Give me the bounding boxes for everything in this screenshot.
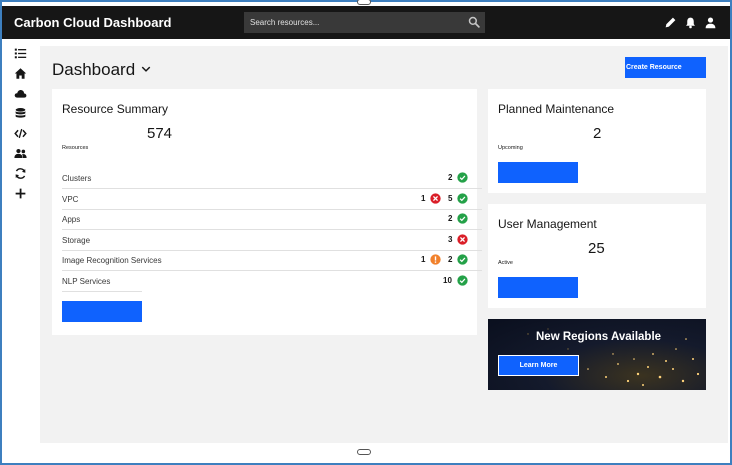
users-icon[interactable]	[14, 147, 27, 160]
resize-handle-bottom[interactable]	[357, 449, 371, 455]
error-count: 3	[448, 235, 453, 244]
resource-row-apps[interactable]: Apps 2	[62, 210, 482, 230]
resource-row-image-recognition[interactable]: Image Recognition Services 1 2	[62, 251, 482, 271]
success-icon	[457, 275, 468, 286]
resource-summary-tile: Resource Summary 574 Resources Clusters …	[52, 89, 482, 335]
resource-row-nlp[interactable]: NLP Services	[62, 272, 142, 292]
tile-title: User Management	[498, 217, 597, 231]
error-count: 1	[421, 194, 426, 203]
success-icon	[457, 193, 468, 204]
ok-count: 2	[448, 255, 453, 264]
users-count: 25	[588, 240, 605, 257]
success-icon	[457, 172, 468, 183]
resize-handle-top[interactable]	[357, 0, 371, 5]
resource-total: 574	[147, 125, 173, 142]
code-icon[interactable]	[14, 127, 27, 140]
search-icon[interactable]	[468, 16, 480, 28]
search-input[interactable]	[244, 12, 459, 33]
users-label: Active	[498, 260, 513, 266]
resource-name: Clusters	[62, 174, 92, 183]
promo-title: New Regions Available	[536, 331, 662, 343]
maintenance-label: Upcoming	[498, 145, 523, 151]
resource-name: Image Recognition Services	[62, 256, 162, 265]
resource-row-storage[interactable]: Storage 3	[62, 231, 482, 251]
create-resource-button[interactable]: Create Resource	[625, 57, 706, 78]
learn-more-button[interactable]: Learn More	[498, 355, 579, 376]
ok-count: 2	[448, 214, 453, 223]
header-bar: Carbon Cloud Dashboard	[2, 6, 730, 39]
user-icon[interactable]	[704, 16, 717, 29]
cloud-icon[interactable]	[14, 87, 27, 100]
maintenance-count: 2	[593, 125, 602, 142]
success-icon	[457, 254, 468, 265]
tile-title: Resource Summary	[62, 102, 169, 116]
ok-count: 10	[443, 276, 452, 285]
resource-name: VPC	[62, 195, 79, 204]
resource-row-clusters[interactable]: Clusters 2	[62, 169, 482, 189]
warning-icon	[430, 254, 441, 265]
main-content: Dashboard Create Resource Resource Summa…	[40, 46, 728, 443]
chevron-down-icon[interactable]	[140, 63, 152, 75]
edit-icon[interactable]	[664, 16, 677, 29]
app-title: Carbon Cloud Dashboard	[14, 15, 172, 30]
ok-count: 2	[448, 173, 453, 182]
app-window: Carbon Cloud Dashboard Search resources.…	[0, 0, 732, 465]
users-action-button[interactable]	[498, 277, 578, 298]
resource-name: Apps	[62, 215, 81, 224]
resource-row-vpc[interactable]: VPC 1 5	[62, 190, 482, 210]
maintenance-action-button[interactable]	[498, 162, 578, 183]
resource-name: Storage	[62, 236, 91, 245]
list-icon[interactable]	[14, 47, 27, 60]
summary-action-button[interactable]	[62, 301, 142, 322]
notification-icon[interactable]	[684, 16, 697, 29]
user-management-tile: User Management 25 Active	[488, 204, 706, 308]
error-icon	[430, 193, 441, 204]
tile-title: Planned Maintenance	[498, 102, 615, 116]
search-box[interactable]	[244, 12, 485, 33]
warning-count: 1	[421, 255, 426, 264]
refresh-icon[interactable]	[14, 167, 27, 180]
error-icon	[457, 234, 468, 245]
page-title: Dashboard	[52, 60, 136, 79]
resource-name: NLP Services	[62, 277, 111, 286]
home-icon[interactable]	[14, 67, 27, 80]
resource-total-label: Resources	[62, 145, 89, 151]
maintenance-tile: Planned Maintenance 2 Upcoming	[488, 89, 706, 193]
database-icon[interactable]	[14, 107, 27, 120]
side-nav	[2, 39, 40, 449]
success-icon	[457, 213, 468, 224]
new-regions-banner: New Regions Available Learn More	[488, 319, 706, 390]
add-icon[interactable]	[14, 187, 27, 200]
ok-count: 5	[448, 194, 453, 203]
